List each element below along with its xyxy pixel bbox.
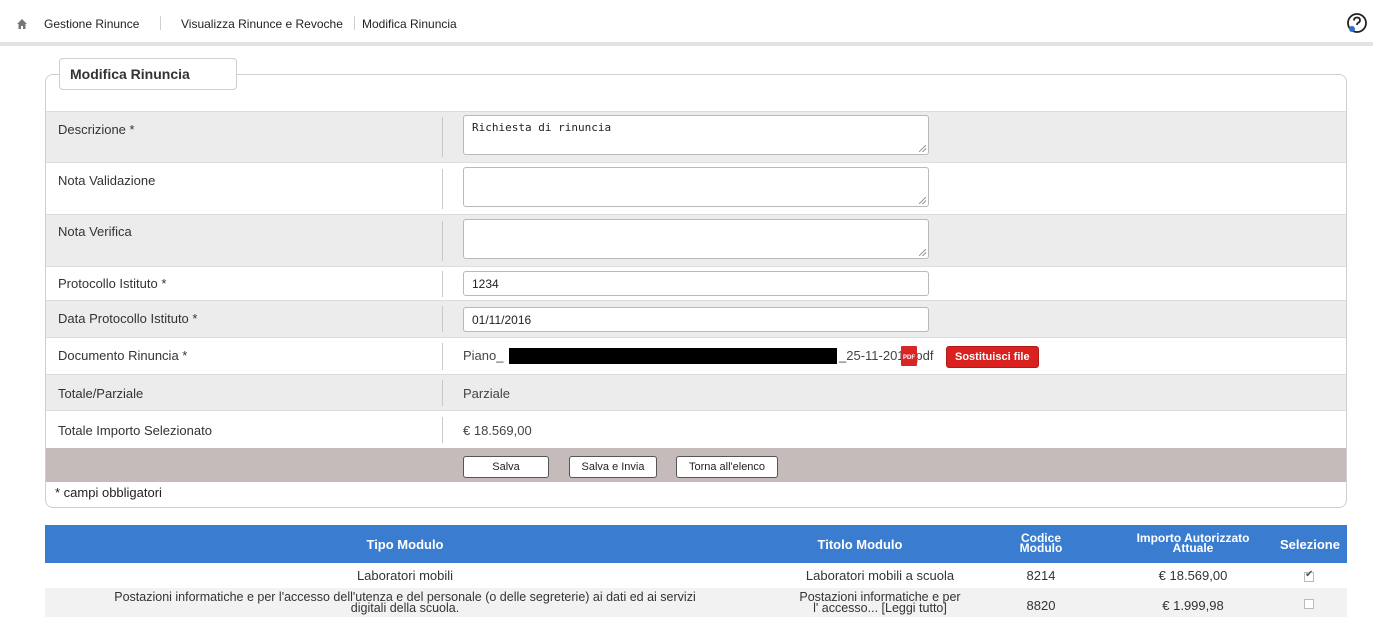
data-protocollo-label: Data Protocollo Istituto * bbox=[58, 311, 198, 326]
resize-grip-icon[interactable] bbox=[919, 197, 926, 204]
required-fields-note: * campi obbligatori bbox=[55, 485, 162, 500]
column-divider bbox=[442, 343, 443, 370]
protocollo-input[interactable]: 1234 bbox=[463, 271, 929, 296]
totale-importo-label: Totale Importo Selezionato bbox=[58, 423, 212, 438]
read-more-link[interactable]: l' accesso... [Leggi tutto] bbox=[765, 602, 995, 615]
cell-codice-modulo: 8820 bbox=[1026, 598, 1056, 613]
resize-grip-icon[interactable] bbox=[919, 249, 926, 256]
descrizione-label: Descrizione * bbox=[58, 122, 135, 137]
row-totale-parziale: Totale/Parziale Parziale bbox=[46, 374, 1346, 410]
cell-tipo-modulo: Laboratori mobili bbox=[356, 568, 454, 583]
protocollo-label: Protocollo Istituto * bbox=[58, 276, 167, 291]
nota-verifica-field[interactable] bbox=[463, 219, 929, 259]
totale-importo-value: € 18.569,00 bbox=[463, 423, 532, 438]
nota-verifica-label: Nota Verifica bbox=[58, 224, 132, 239]
column-divider bbox=[442, 221, 443, 261]
panel-title: Modifica Rinuncia bbox=[59, 58, 237, 90]
nota-validazione-label: Nota Validazione bbox=[58, 173, 156, 188]
row-select-checkbox[interactable] bbox=[1304, 569, 1314, 582]
row-nota-verifica: Nota Verifica bbox=[46, 214, 1346, 266]
breadcrumb-item-modifica-rinuncia: Modifica Rinuncia bbox=[362, 17, 457, 31]
documento-file-suffix[interactable]: _25-11-2015.pdf bbox=[839, 348, 933, 363]
documento-label: Documento Rinuncia * bbox=[58, 348, 188, 363]
descrizione-field[interactable]: Richiesta di rinuncia bbox=[463, 115, 929, 155]
header-codice-modulo-line2[interactable]: Modulo bbox=[1005, 542, 1077, 554]
help-icon[interactable] bbox=[1346, 12, 1368, 34]
totale-parziale-label: Totale/Parziale bbox=[58, 386, 144, 401]
cell-titolo-modulo: Laboratori mobili a scuola bbox=[805, 568, 955, 583]
cell-codice-modulo: 8214 bbox=[1026, 568, 1056, 583]
row-protocollo: Protocollo Istituto * 1234 bbox=[46, 266, 1346, 300]
column-divider bbox=[442, 271, 443, 297]
redacted-filename bbox=[509, 348, 837, 364]
column-divider bbox=[442, 417, 443, 443]
breadcrumb-item-visualizza-rinunce[interactable]: Visualizza Rinunce e Revoche bbox=[181, 17, 343, 31]
replace-file-button[interactable]: Sostituisci file bbox=[946, 346, 1039, 368]
row-descrizione: Descrizione * Richiesta di rinuncia bbox=[46, 111, 1346, 162]
breadcrumb: Gestione Rinunce Visualizza Rinunce e Re… bbox=[0, 0, 1373, 46]
column-divider bbox=[442, 117, 443, 157]
row-data-protocollo: Data Protocollo Istituto * 01/11/2016 bbox=[46, 300, 1346, 337]
breadcrumb-separator bbox=[354, 16, 355, 30]
save-button[interactable]: Salva bbox=[463, 456, 549, 478]
header-selezione[interactable]: Selezione bbox=[1272, 537, 1348, 552]
row-nota-validazione: Nota Validazione bbox=[46, 162, 1346, 214]
cell-importo: € 18.569,00 bbox=[1158, 568, 1228, 583]
column-divider bbox=[442, 380, 443, 406]
row-totale-importo: Totale Importo Selezionato € 18.569,00 bbox=[46, 410, 1346, 448]
save-and-send-button[interactable]: Salva e Invia bbox=[569, 456, 657, 478]
column-divider bbox=[442, 169, 443, 209]
table-row: Postazioni informatiche e per l'accesso … bbox=[45, 588, 1347, 617]
row-documento: Documento Rinuncia * Piano_ _25-11-2015.… bbox=[46, 337, 1346, 374]
header-titolo-modulo[interactable]: Titolo Modulo bbox=[765, 537, 955, 552]
nota-validazione-field[interactable] bbox=[463, 167, 929, 207]
header-importo-line2[interactable]: Attuale bbox=[1113, 542, 1273, 554]
totale-parziale-value: Parziale bbox=[463, 386, 510, 401]
home-icon[interactable] bbox=[16, 18, 28, 30]
cell-tipo-modulo-line2: digitali della scuola. bbox=[350, 601, 460, 615]
cell-importo: € 1.999,98 bbox=[1162, 598, 1224, 613]
resize-grip-icon[interactable] bbox=[919, 145, 926, 152]
pdf-icon[interactable]: PDF bbox=[901, 346, 917, 366]
breadcrumb-separator bbox=[160, 16, 161, 30]
modules-table-header: Tipo Modulo Titolo Modulo Codice Modulo … bbox=[45, 525, 1347, 563]
breadcrumb-item-gestione-rinunce[interactable]: Gestione Rinunce bbox=[44, 17, 139, 31]
header-tipo-modulo[interactable]: Tipo Modulo bbox=[45, 537, 765, 552]
form-actions-bar: Salva Salva e Invia Torna all'elenco bbox=[46, 448, 1346, 482]
row-select-checkbox[interactable] bbox=[1304, 599, 1314, 609]
data-protocollo-input[interactable]: 01/11/2016 bbox=[463, 307, 929, 332]
documento-file-prefix[interactable]: Piano_ bbox=[463, 348, 503, 363]
column-divider bbox=[442, 306, 443, 332]
table-row: Laboratori mobili Laboratori mobili a sc… bbox=[45, 564, 1347, 588]
descrizione-value: Richiesta di rinuncia bbox=[472, 121, 612, 134]
back-to-list-button[interactable]: Torna all'elenco bbox=[676, 456, 778, 478]
